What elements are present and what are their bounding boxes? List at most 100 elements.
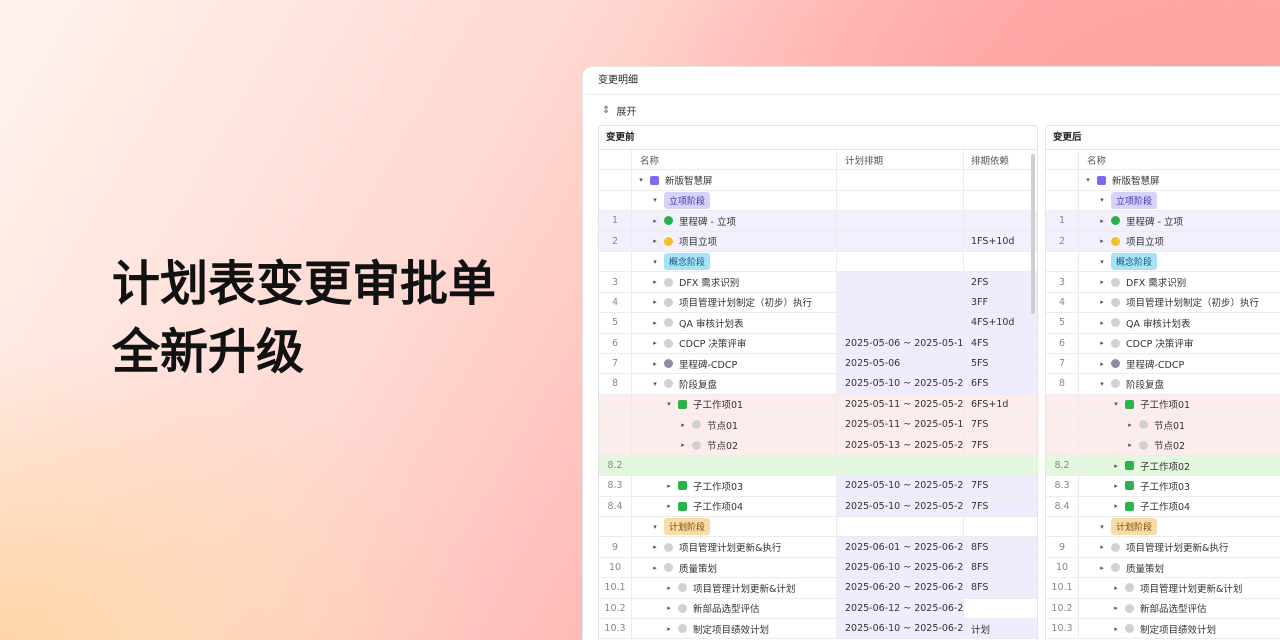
chevron-right-icon[interactable]: ▸ xyxy=(1111,462,1121,470)
table-row[interactable]: 10 ▸ 质量策划 2025-06-10 ~ 2025-06-21 8FS xyxy=(599,557,1037,579)
chevron-right-icon[interactable]: ▸ xyxy=(1097,543,1107,551)
status-icon xyxy=(1111,359,1120,369)
table-row[interactable]: 9 ▸ 项目管理计划更新&执行 xyxy=(1046,537,1280,558)
before-scrollbar[interactable] xyxy=(1031,154,1035,314)
chevron-right-icon[interactable]: ▸ xyxy=(1111,584,1121,592)
table-row[interactable]: 10.1 ▸ 项目管理计划更新&计划 xyxy=(1046,578,1280,599)
chevron-down-icon[interactable]: ▾ xyxy=(664,400,674,408)
chevron-right-icon[interactable]: ▸ xyxy=(650,360,660,368)
table-row[interactable]: 8.2 xyxy=(599,455,1037,477)
table-row[interactable]: 10.3 ▸ 制定项目绩效计划 2025-06-10 ~ 2025-06-21 计划 xyxy=(599,618,1037,640)
table-row[interactable]: ▾ 概念阶段 xyxy=(599,251,1037,273)
chevron-right-icon[interactable]: ▸ xyxy=(664,584,674,592)
table-row[interactable]: 3 ▸ DFX 需求识别 2FS xyxy=(599,272,1037,293)
chevron-down-icon[interactable]: ▾ xyxy=(1097,380,1107,388)
chevron-right-icon[interactable]: ▸ xyxy=(650,564,660,572)
chevron-right-icon[interactable]: ▸ xyxy=(650,339,660,347)
hero-headline: 计划表变更审批单 全新升级 xyxy=(112,250,496,386)
chevron-right-icon[interactable]: ▸ xyxy=(664,604,674,612)
row-index xyxy=(1046,517,1079,537)
table-row[interactable]: ▾ 计划阶段 xyxy=(599,517,1037,538)
table-row[interactable]: 8.4 ▸ 子工作项04 2025-05-10 ~ 2025-05-20 7FS xyxy=(599,496,1037,518)
chevron-down-icon[interactable]: ▾ xyxy=(1097,523,1107,531)
chevron-right-icon[interactable]: ▸ xyxy=(664,625,674,633)
chevron-right-icon[interactable]: ▸ xyxy=(650,543,660,551)
chevron-right-icon[interactable]: ▸ xyxy=(650,319,660,327)
chevron-down-icon[interactable]: ▾ xyxy=(650,258,660,266)
chevron-right-icon[interactable]: ▸ xyxy=(1097,360,1107,368)
chevron-right-icon[interactable]: ▸ xyxy=(1097,564,1107,572)
chevron-right-icon[interactable]: ▸ xyxy=(1111,604,1121,612)
chevron-right-icon[interactable]: ▸ xyxy=(1111,502,1121,510)
table-row[interactable]: 10.2 ▸ 新部品选型评估 xyxy=(1046,598,1280,619)
chevron-right-icon[interactable]: ▸ xyxy=(678,441,688,449)
table-row[interactable]: 9 ▸ 项目管理计划更新&执行 2025-06-01 ~ 2025-06-20 8FS xyxy=(599,537,1037,558)
table-row[interactable]: 6 ▸ CDCP 决策评审 xyxy=(1046,333,1280,354)
chevron-right-icon[interactable]: ▸ xyxy=(650,278,660,286)
table-row[interactable]: 8 ▾ 阶段复盘 xyxy=(1046,374,1280,395)
chevron-right-icon[interactable]: ▸ xyxy=(1097,339,1107,347)
table-row[interactable]: 8.4 ▸ 子工作项04 xyxy=(1046,496,1280,518)
chevron-right-icon[interactable]: ▸ xyxy=(664,502,674,510)
status-icon xyxy=(1125,624,1134,634)
table-row[interactable]: 8.3 ▸ 子工作项03 xyxy=(1046,476,1280,497)
table-row[interactable]: 7 ▸ 里程碑-CDCP xyxy=(1046,353,1280,375)
chevron-down-icon[interactable]: ▾ xyxy=(1097,196,1107,204)
chevron-right-icon[interactable]: ▸ xyxy=(1097,278,1107,286)
chevron-right-icon[interactable]: ▸ xyxy=(650,298,660,306)
table-row[interactable]: ▾ 子工作项01 xyxy=(1046,394,1280,416)
chevron-right-icon[interactable]: ▸ xyxy=(678,421,688,429)
chevron-right-icon[interactable]: ▸ xyxy=(650,237,660,245)
table-row[interactable]: ▾ 立项阶段 xyxy=(599,190,1037,212)
row-name: 制定项目绩效计划 xyxy=(1140,624,1217,636)
table-row[interactable]: 10.2 ▸ 新部品选型评估 2025-06-12 ~ 2025-06-21 xyxy=(599,598,1037,619)
chevron-right-icon[interactable]: ▸ xyxy=(1125,441,1135,449)
table-row[interactable]: ▾ 概念阶段 xyxy=(1046,251,1280,273)
expand-button[interactable]: ⇕ 展开 xyxy=(602,103,636,118)
table-row[interactable]: ▾ 新版智慧屏 xyxy=(1046,170,1280,191)
table-row[interactable]: 8.2 ▸ 子工作项02 xyxy=(1046,455,1280,477)
chevron-right-icon[interactable]: ▸ xyxy=(650,217,660,225)
chevron-down-icon[interactable]: ▾ xyxy=(650,380,660,388)
chevron-down-icon[interactable]: ▾ xyxy=(1083,176,1093,184)
table-row[interactable]: 4 ▸ 项目管理计划制定（初步）执行 3FF xyxy=(599,292,1037,314)
chevron-right-icon[interactable]: ▸ xyxy=(1111,625,1121,633)
table-row[interactable]: 10 ▸ 质量策划 xyxy=(1046,557,1280,579)
table-row[interactable]: 2 ▸ 项目立项 xyxy=(1046,231,1280,252)
table-row[interactable]: 10.1 ▸ 项目管理计划更新&计划 2025-06-20 ~ 2025-06-21 8… xyxy=(599,578,1037,599)
chevron-right-icon[interactable]: ▸ xyxy=(1097,237,1107,245)
table-row[interactable]: ▸ 节点01 2025-05-11 ~ 2025-05-15 7FS xyxy=(599,415,1037,436)
chevron-right-icon[interactable]: ▸ xyxy=(1111,482,1121,490)
table-row[interactable]: 4 ▸ 项目管理计划制定（初步）执行 xyxy=(1046,292,1280,314)
table-row[interactable]: 2 ▸ 项目立项 1FS+10d xyxy=(599,231,1037,252)
table-row[interactable]: 6 ▸ CDCP 决策评审 2025-05-06 ~ 2025-05-10 4FS xyxy=(599,333,1037,354)
table-row[interactable]: 5 ▸ QA 审核计划表 4FS+10d xyxy=(599,313,1037,334)
table-row[interactable]: 10.3 ▸ 制定项目绩效计划 xyxy=(1046,618,1280,640)
table-row[interactable]: 1 ▸ 里程碑 - 立项 xyxy=(1046,211,1280,232)
chevron-down-icon[interactable]: ▾ xyxy=(1111,400,1121,408)
table-row[interactable]: 8 ▾ 阶段复盘 2025-05-10 ~ 2025-05-20 6FS xyxy=(599,374,1037,395)
chevron-down-icon[interactable]: ▾ xyxy=(1097,258,1107,266)
table-row[interactable]: ▾ 立项阶段 xyxy=(1046,190,1280,212)
table-row[interactable]: 1 ▸ 里程碑 - 立项 xyxy=(599,211,1037,232)
chevron-down-icon[interactable]: ▾ xyxy=(650,523,660,531)
chevron-down-icon[interactable]: ▾ xyxy=(650,196,660,204)
table-row[interactable]: 3 ▸ DFX 需求识别 xyxy=(1046,272,1280,293)
table-row[interactable]: ▸ 节点02 xyxy=(1046,435,1280,456)
chevron-right-icon[interactable]: ▸ xyxy=(1097,217,1107,225)
chevron-right-icon[interactable]: ▸ xyxy=(664,482,674,490)
table-row[interactable]: 5 ▸ QA 审核计划表 xyxy=(1046,313,1280,334)
table-row[interactable]: ▾ 新版智慧屏 xyxy=(599,170,1037,191)
row-name-cell: ▾ 阶段复盘 xyxy=(1079,374,1280,393)
table-row[interactable]: ▾ 计划阶段 xyxy=(1046,517,1280,538)
chevron-down-icon[interactable]: ▾ xyxy=(636,176,646,184)
chevron-right-icon[interactable]: ▸ xyxy=(1097,319,1107,327)
row-name-cell: ▾ 子工作项01 xyxy=(632,394,837,415)
chevron-right-icon[interactable]: ▸ xyxy=(1125,421,1135,429)
table-row[interactable]: ▸ 节点01 xyxy=(1046,415,1280,436)
chevron-right-icon[interactable]: ▸ xyxy=(1097,298,1107,306)
table-row[interactable]: 8.3 ▸ 子工作项03 2025-05-10 ~ 2025-05-20 7FS xyxy=(599,476,1037,497)
table-row[interactable]: ▾ 子工作项01 2025-05-11 ~ 2025-05-21 6FS+1d xyxy=(599,394,1037,416)
table-row[interactable]: 7 ▸ 里程碑-CDCP 2025-05-06 5FS xyxy=(599,353,1037,375)
table-row[interactable]: ▸ 节点02 2025-05-13 ~ 2025-05-21 7FS xyxy=(599,435,1037,456)
